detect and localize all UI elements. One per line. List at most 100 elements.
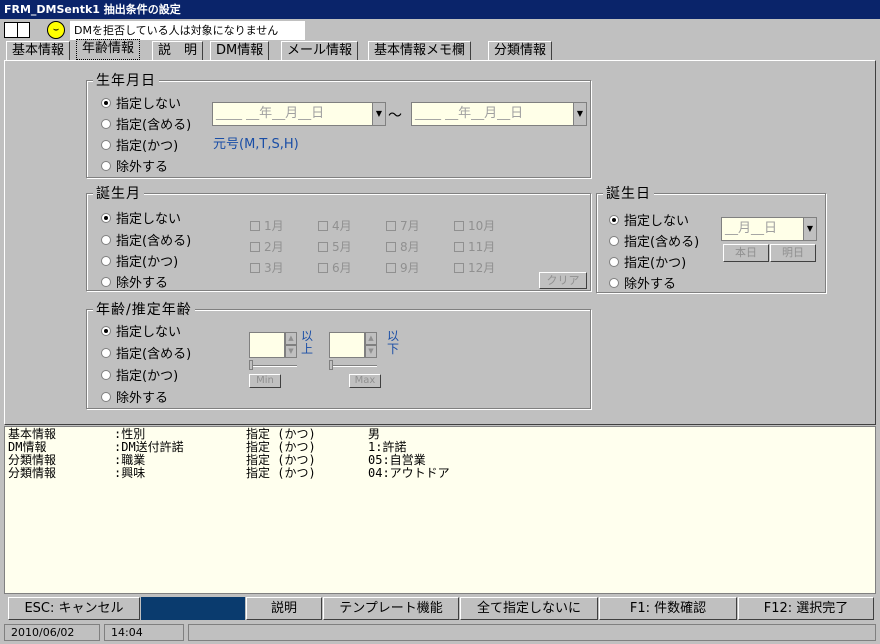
- month-checkbox[interactable]: 2月: [250, 238, 284, 255]
- age-min-input[interactable]: [249, 332, 285, 358]
- month-checkbox[interactable]: 10月: [454, 217, 495, 234]
- f1-count-button[interactable]: F1: 件数確認: [599, 597, 737, 620]
- min-button[interactable]: Min: [249, 374, 281, 388]
- slider-thumb[interactable]: [249, 360, 253, 370]
- month-label: 2月: [264, 240, 284, 254]
- age-max-input[interactable]: [329, 332, 365, 358]
- spin-up-icon[interactable]: ▲: [285, 332, 297, 345]
- tab-dm-info[interactable]: DM情報: [210, 41, 270, 60]
- month-checkbox[interactable]: 5月: [318, 238, 352, 255]
- radio-label: 指定(かつ): [624, 256, 687, 271]
- age-legend: 年齢/推定年齢: [93, 299, 195, 319]
- dropdown-arrow-icon[interactable]: ▼: [573, 102, 587, 126]
- age-radio-none[interactable]: 指定しない: [101, 321, 181, 340]
- spin-down-icon[interactable]: ▼: [365, 345, 377, 358]
- birth-date-group: 生年月日 指定しない 指定(含める) 指定(かつ) 除外する ____ __年_…: [86, 70, 591, 178]
- tab-age-info[interactable]: 年齢情報: [76, 39, 141, 60]
- birth-month-legend: 誕生月: [93, 183, 144, 203]
- age-radio-include[interactable]: 指定(含める): [101, 343, 191, 362]
- birth-month-radio-and[interactable]: 指定(かつ): [101, 251, 178, 270]
- tab-category-info[interactable]: 分類情報: [488, 41, 553, 60]
- birth-date-radio-none[interactable]: 指定しない: [101, 93, 181, 112]
- dropdown-arrow-icon[interactable]: ▼: [803, 217, 817, 241]
- birthday-radio-and[interactable]: 指定(かつ): [609, 252, 686, 271]
- slider-thumb[interactable]: [329, 360, 333, 370]
- age-min-slider[interactable]: [249, 365, 297, 367]
- age-max-slider[interactable]: [329, 365, 377, 367]
- age-min-suffix: 以上: [301, 330, 313, 356]
- birthday-radio-none[interactable]: 指定しない: [609, 210, 689, 229]
- month-checkbox[interactable]: 12月: [454, 259, 495, 276]
- month-label: 5月: [332, 240, 352, 254]
- clear-button[interactable]: クリア: [539, 272, 587, 289]
- tab-explanation[interactable]: 説 明: [152, 41, 204, 60]
- month-checkbox[interactable]: 3月: [250, 259, 284, 276]
- radio-dot: [609, 214, 619, 225]
- month-checkbox[interactable]: 7月: [386, 217, 420, 234]
- birth-month-radio-include[interactable]: 指定(含める): [101, 230, 191, 249]
- radio-dot: [101, 325, 111, 336]
- tab-basic-info[interactable]: 基本情報: [6, 41, 71, 60]
- function-key-bar: ESC: キャンセル 説明 テンプレート機能 全て指定しないに F1: 件数確認…: [4, 597, 876, 621]
- radio-label: 除外する: [116, 391, 169, 406]
- birthday-radio-include[interactable]: 指定(含める): [609, 231, 699, 250]
- template-button[interactable]: テンプレート機能: [323, 597, 459, 620]
- birth-date-legend: 生年月日: [93, 70, 159, 90]
- checkbox-box: [318, 262, 328, 273]
- age-radio-exclude[interactable]: 除外する: [101, 387, 168, 406]
- month-label: 12月: [468, 261, 496, 275]
- birth-month-group: 誕生月 指定しない 指定(含める) 指定(かつ) 除外する 1月 4月 7月 1…: [86, 183, 591, 291]
- radio-label: 指定しない: [624, 214, 690, 229]
- radio-dot: [101, 391, 111, 402]
- radio-label: 指定(含める): [624, 235, 700, 250]
- tab-mail-info[interactable]: メール情報: [281, 41, 359, 60]
- cell: 指定 (かつ): [246, 466, 316, 480]
- list-item: 分類情報:興味 指定 (かつ) 04:アウトドア: [8, 467, 872, 480]
- birth-date-radio-include[interactable]: 指定(含める): [101, 114, 191, 133]
- month-label: 7月: [400, 219, 420, 233]
- notice-text: DMを拒否している人は対象になりません: [70, 21, 305, 40]
- explain-button[interactable]: 説明: [246, 597, 322, 620]
- condition-summary-list[interactable]: 基本情報:性別 指定 (かつ) 男 DM情報:DM送付許諾 指定 (かつ) 1:許諾 分…: [4, 426, 876, 594]
- birthday-field[interactable]: __月__日: [721, 217, 803, 241]
- status-bar: 2010/06/02 14:04: [4, 624, 876, 642]
- status-time: 14:04: [104, 624, 184, 641]
- birth-date-from-field[interactable]: ____ __年__月__日: [212, 102, 372, 126]
- tomorrow-button[interactable]: 明日: [770, 244, 816, 262]
- checkbox-box: [386, 262, 396, 273]
- month-checkbox[interactable]: 11月: [454, 238, 495, 255]
- radio-dot: [101, 212, 111, 223]
- blank-key-slot: [141, 597, 245, 620]
- dropdown-arrow-icon[interactable]: ▼: [372, 102, 386, 126]
- month-checkbox[interactable]: 8月: [386, 238, 420, 255]
- spin-up-icon[interactable]: ▲: [365, 332, 377, 345]
- f12-complete-button[interactable]: F12: 選択完了: [738, 597, 874, 620]
- month-label: 3月: [264, 261, 284, 275]
- tab-basic-memo[interactable]: 基本情報メモ欄: [368, 41, 472, 60]
- radio-label: 指定(含める): [116, 118, 192, 133]
- max-button[interactable]: Max: [349, 374, 381, 388]
- month-label: 1月: [264, 219, 284, 233]
- month-checkbox[interactable]: 9月: [386, 259, 420, 276]
- birth-month-radio-exclude[interactable]: 除外する: [101, 272, 168, 291]
- radio-label: 指定(含める): [116, 347, 192, 362]
- birth-month-radio-none[interactable]: 指定しない: [101, 208, 181, 227]
- birth-date-radio-exclude[interactable]: 除外する: [101, 156, 168, 175]
- month-checkbox[interactable]: 4月: [318, 217, 352, 234]
- book-icon[interactable]: [4, 22, 30, 38]
- birthday-legend: 誕生日: [603, 183, 654, 203]
- radio-dot: [101, 369, 111, 380]
- radio-label: 指定(かつ): [116, 139, 179, 154]
- month-checkbox[interactable]: 6月: [318, 259, 352, 276]
- month-checkbox[interactable]: 1月: [250, 217, 284, 234]
- esc-cancel-button[interactable]: ESC: キャンセル: [8, 597, 140, 620]
- spin-down-icon[interactable]: ▼: [285, 345, 297, 358]
- birth-date-to-field[interactable]: ____ __年__月__日: [411, 102, 573, 126]
- all-none-button[interactable]: 全て指定しないに: [460, 597, 598, 620]
- radio-dot: [609, 256, 619, 267]
- birth-date-radio-and[interactable]: 指定(かつ): [101, 135, 178, 154]
- checkbox-box: [454, 262, 464, 273]
- today-button[interactable]: 本日: [723, 244, 769, 262]
- birthday-radio-exclude[interactable]: 除外する: [609, 273, 676, 292]
- age-radio-and[interactable]: 指定(かつ): [101, 365, 178, 384]
